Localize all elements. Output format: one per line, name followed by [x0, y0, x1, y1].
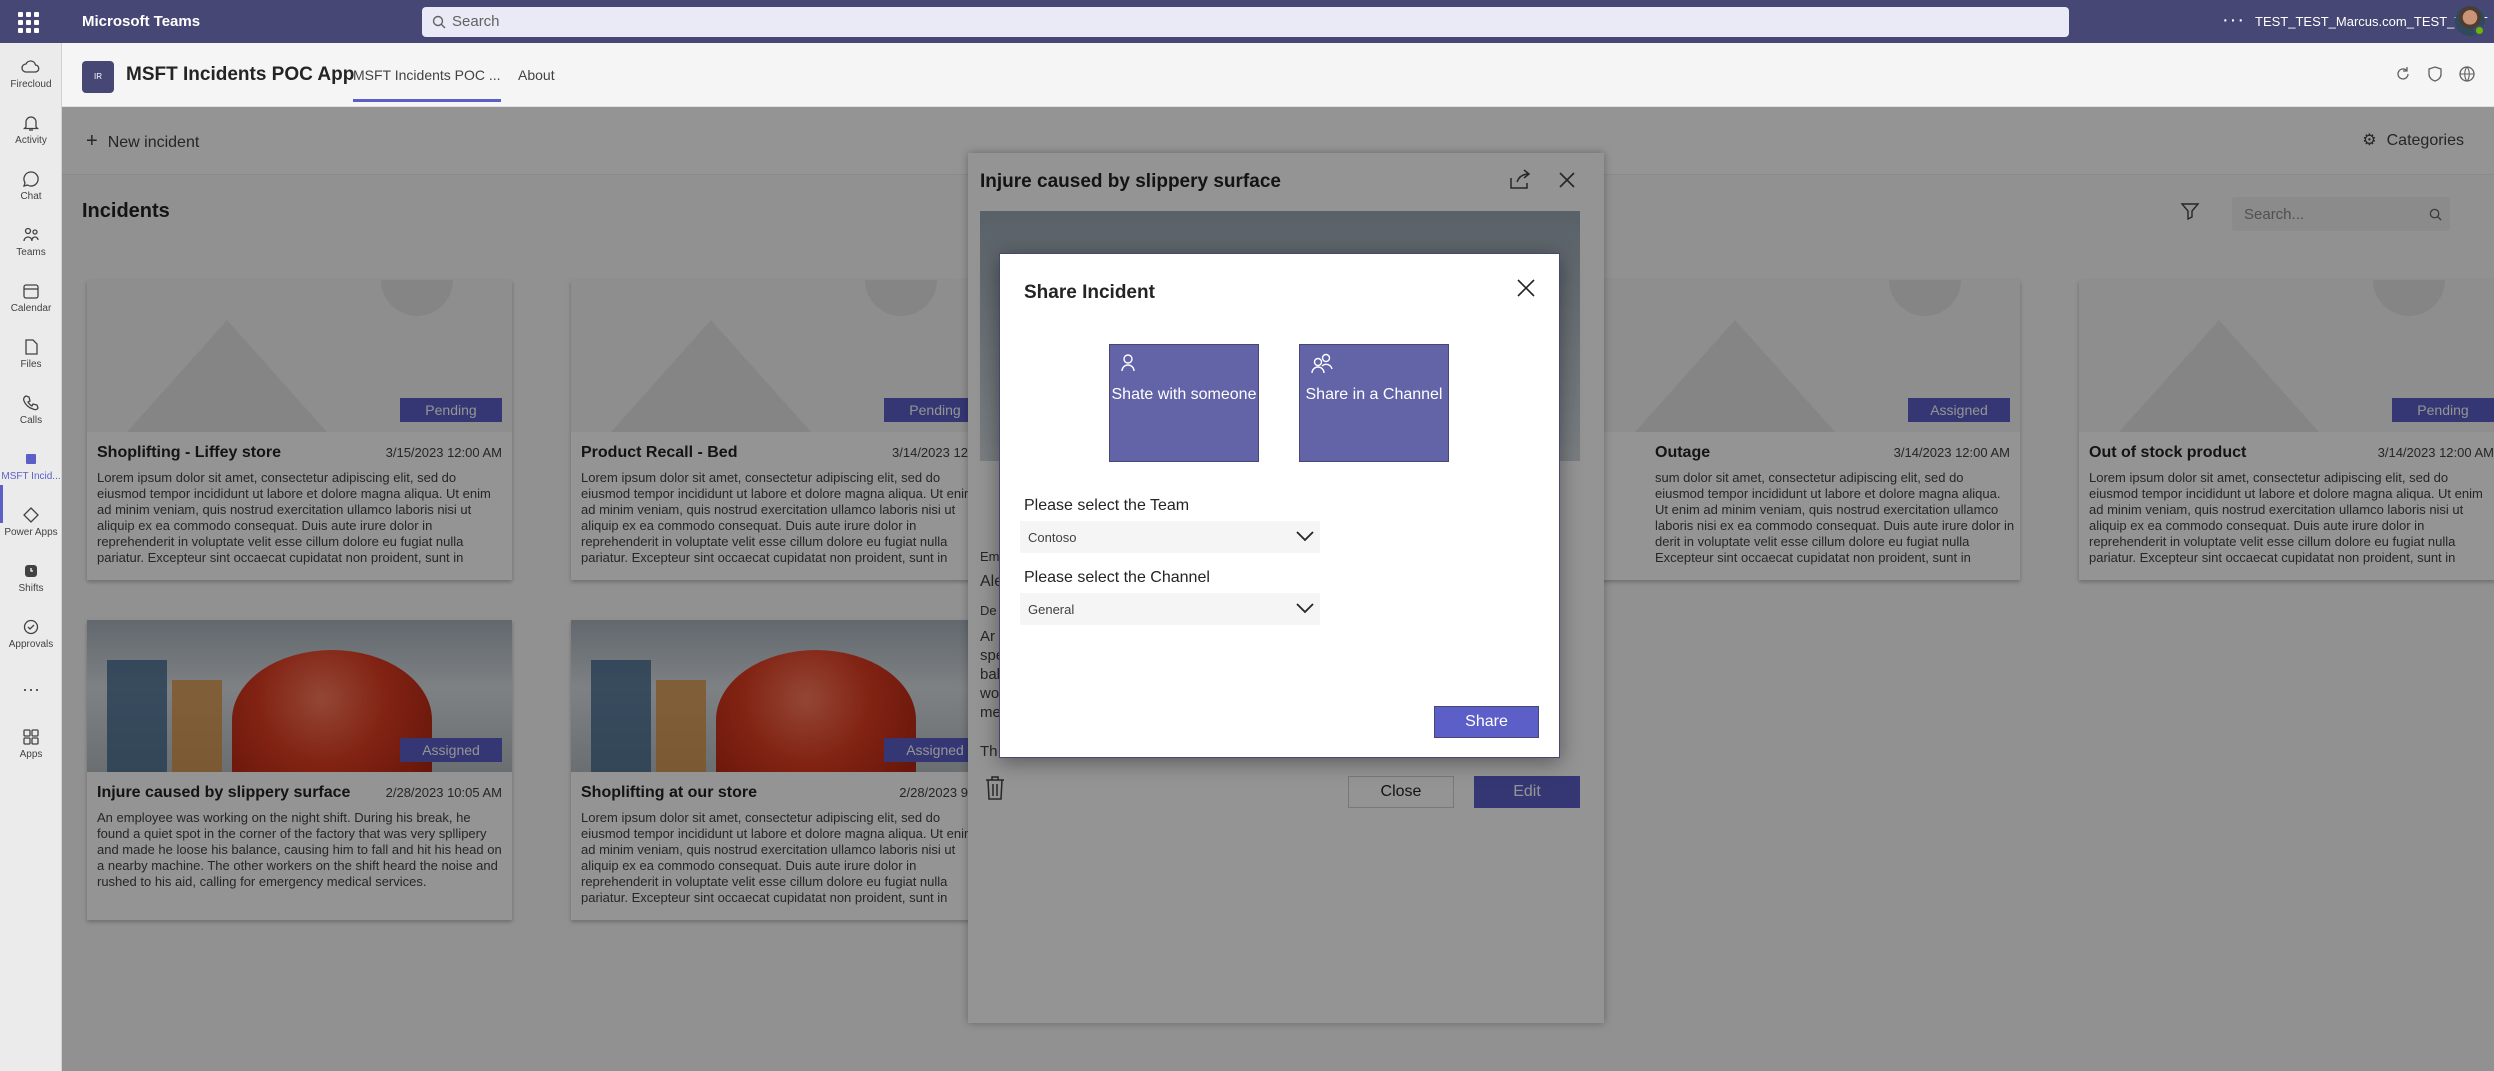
- power-apps-icon: [23, 507, 39, 523]
- teams-topbar: Microsoft Teams Search ··· TEST_TEST_Mar…: [0, 0, 2494, 43]
- rail-label: Files: [20, 359, 42, 370]
- dropdown-value: General: [1028, 602, 1075, 617]
- share-incident-dialog: Share Incident Shate with someone Share …: [999, 253, 1560, 758]
- rail-item-calls[interactable]: Calls: [0, 393, 62, 426]
- rail-item-calendar[interactable]: Calendar: [0, 281, 62, 314]
- file-icon: [25, 339, 38, 355]
- channel-dropdown[interactable]: General: [1020, 593, 1320, 625]
- rail-label: Teams: [16, 247, 46, 258]
- username[interactable]: TEST_TEST_Marcus.com_TEST_TEST: [2255, 14, 2488, 29]
- phone-icon: [22, 395, 39, 411]
- rail-item-approvals[interactable]: Approvals: [0, 617, 62, 650]
- app-title: MSFT Incidents POC App: [126, 64, 355, 85]
- bell-icon: [22, 116, 40, 131]
- rail-item-apps[interactable]: Apps: [0, 727, 62, 760]
- rail-label: Power Apps: [4, 527, 58, 538]
- rail-label: Activity: [15, 135, 47, 146]
- apps-icon: [23, 729, 39, 745]
- presence-available-icon: [2474, 25, 2485, 36]
- teams-brand: Microsoft Teams: [82, 13, 201, 30]
- chevron-down-icon: [1296, 531, 1314, 542]
- rail-item-power-apps[interactable]: Power Apps: [0, 505, 62, 538]
- chevron-down-icon: [1296, 603, 1314, 614]
- channel-label: Please select the Channel: [1024, 569, 1210, 586]
- shield-icon[interactable]: [2426, 65, 2444, 83]
- rail-item-activity[interactable]: Activity: [0, 113, 62, 146]
- search-icon: [432, 15, 446, 29]
- person-icon: [1121, 354, 1135, 372]
- rail-item-teams[interactable]: Teams: [0, 225, 62, 258]
- globe-icon[interactable]: [2458, 65, 2476, 83]
- firecloud-icon: [21, 60, 40, 73]
- option-label: Share in a Channel: [1305, 386, 1443, 403]
- team-dropdown[interactable]: Contoso: [1020, 521, 1320, 553]
- rail-label: Calls: [19, 415, 43, 426]
- dropdown-value: Contoso: [1028, 530, 1077, 545]
- calendar-icon: [23, 284, 39, 299]
- tab-about[interactable]: About: [518, 67, 555, 83]
- rail-item-chat[interactable]: Chat: [0, 169, 62, 202]
- rail-more-icon[interactable]: ···: [0, 679, 62, 700]
- more-options-icon[interactable]: ···: [2222, 9, 2245, 32]
- dialog-title: Share Incident: [1024, 282, 1155, 303]
- rail-item-firecloud[interactable]: Firecloud: [0, 57, 62, 90]
- search-placeholder: Search: [452, 13, 500, 30]
- rail-label: Apps: [19, 749, 43, 760]
- global-search-input[interactable]: Search: [422, 7, 2069, 37]
- app-launcher-icon[interactable]: [16, 10, 40, 34]
- teams-icon: [23, 227, 39, 242]
- tab-incidents[interactable]: MSFT Incidents POC ...: [353, 67, 501, 102]
- approvals-icon: [23, 619, 39, 635]
- people-icon: [1311, 353, 1333, 374]
- rail-item-msft-incidents[interactable]: MSFT Incid...: [0, 449, 62, 482]
- rail-label: Firecloud: [10, 79, 52, 90]
- share-button[interactable]: Share: [1434, 706, 1539, 738]
- app-rail: Firecloud Activity Chat Teams Calendar F…: [0, 43, 62, 1071]
- rail-label: Approvals: [8, 639, 54, 650]
- rail-label: MSFT Incid...: [1, 471, 61, 482]
- rail-item-files[interactable]: Files: [0, 337, 62, 370]
- rail-item-shifts[interactable]: Shifts: [0, 561, 62, 594]
- chat-icon: [23, 171, 39, 187]
- rail-label: Shifts: [18, 583, 44, 594]
- app-icon: [26, 454, 36, 464]
- refresh-icon[interactable]: [2394, 65, 2412, 83]
- rail-label: Chat: [20, 191, 42, 202]
- close-icon[interactable]: [1514, 276, 1538, 300]
- clock-icon: [25, 565, 37, 577]
- app-logo: IR: [82, 61, 114, 93]
- share-with-someone-button[interactable]: Shate with someone: [1109, 344, 1259, 462]
- share-in-channel-button[interactable]: Share in a Channel: [1299, 344, 1449, 462]
- option-label: Shate with someone: [1111, 386, 1257, 403]
- team-label: Please select the Team: [1024, 497, 1190, 514]
- app-header: IR MSFT Incidents POC App MSFT Incidents…: [62, 43, 2494, 107]
- rail-label: Calendar: [10, 303, 52, 314]
